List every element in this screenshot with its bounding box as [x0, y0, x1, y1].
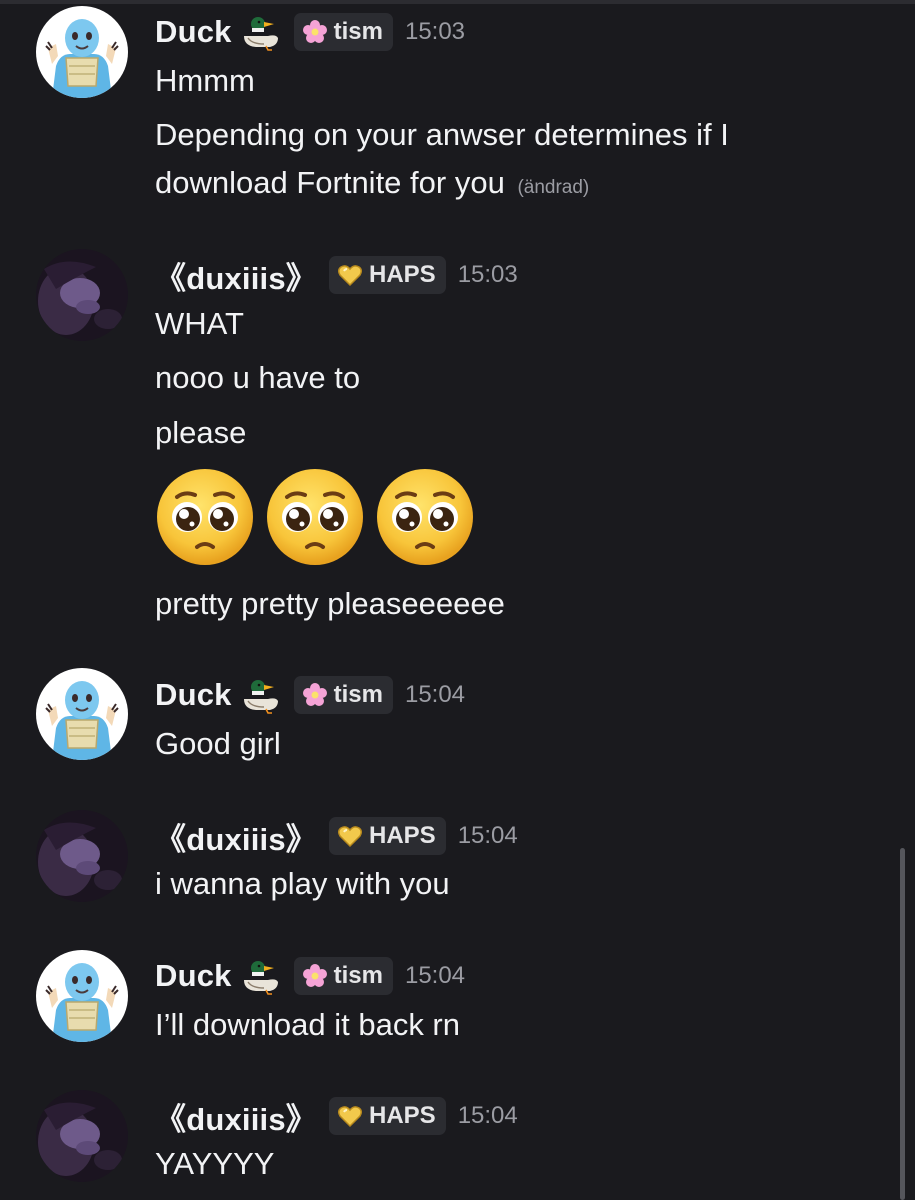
scrollbar[interactable] — [900, 848, 905, 1200]
username[interactable]: Duck — [155, 677, 232, 713]
server-tag[interactable]: tism — [293, 957, 393, 995]
gold-heart-icon — [337, 823, 363, 849]
message-header: 《duxiiis》 HAPS 15:04 — [155, 1094, 518, 1138]
duck-icon — [238, 12, 282, 52]
top-divider — [0, 0, 915, 4]
message-text: WHAT — [155, 306, 244, 341]
squirtle-avatar-icon — [36, 950, 128, 1042]
tag-label: HAPS — [369, 1102, 436, 1129]
timestamp: 15:04 — [457, 1102, 518, 1129]
username[interactable]: 《duxiiis》 — [155, 814, 317, 859]
timestamp: 15:03 — [457, 261, 518, 288]
message-text: i wanna play with you — [155, 866, 450, 901]
message-header: Duck tism 15:04 — [155, 954, 465, 998]
timestamp: 15:04 — [404, 962, 466, 989]
tag-label: tism — [333, 18, 383, 45]
tag-label: HAPS — [369, 822, 436, 849]
tag-label: tism — [333, 962, 383, 989]
server-tag[interactable]: tism — [293, 13, 393, 51]
message-text: Good girl — [155, 726, 281, 761]
duck-icon — [238, 956, 282, 996]
gold-heart-icon — [337, 262, 363, 288]
message-text: nooo u have to — [155, 360, 361, 395]
server-tag[interactable]: tism — [293, 676, 393, 714]
message-text-edited: download Fortnite for you (ändrad) — [155, 159, 589, 212]
emoji-row — [155, 467, 475, 567]
tag-label: HAPS — [369, 261, 436, 288]
timestamp: 15:04 — [457, 822, 518, 849]
profile-photo-icon — [36, 249, 128, 341]
avatar[interactable] — [36, 950, 128, 1042]
timestamp: 15:03 — [404, 18, 466, 45]
server-tag[interactable]: HAPS — [329, 1097, 446, 1135]
squirtle-avatar-icon — [36, 668, 128, 760]
pink-flower-icon — [302, 19, 328, 45]
tag-label: tism — [333, 681, 383, 708]
message-header: 《duxiiis》 HAPS 15:04 — [155, 814, 518, 858]
profile-photo-icon — [36, 1090, 128, 1182]
avatar[interactable] — [36, 810, 128, 902]
server-tag[interactable]: HAPS — [329, 256, 446, 294]
username[interactable]: Duck — [155, 958, 232, 994]
message-text: YAYYYY — [155, 1146, 275, 1181]
message-text: download Fortnite for you — [155, 165, 505, 200]
avatar[interactable] — [36, 668, 128, 760]
message-text: Depending on your anwser determines if I — [155, 117, 729, 152]
pink-flower-icon — [302, 682, 328, 708]
avatar[interactable] — [36, 1090, 128, 1182]
avatar[interactable] — [36, 6, 128, 98]
pink-flower-icon — [302, 963, 328, 989]
message-header: Duck tism 15:04 — [155, 673, 465, 717]
timestamp: 15:04 — [404, 681, 466, 708]
username[interactable]: 《duxiiis》 — [155, 253, 317, 298]
message-text: please — [155, 415, 247, 450]
pleading-face-icon[interactable] — [155, 467, 255, 567]
gold-heart-icon — [337, 1103, 363, 1129]
message-header: 《duxiiis》 HAPS 15:03 — [155, 253, 518, 297]
profile-photo-icon — [36, 810, 128, 902]
duck-icon — [238, 675, 282, 715]
username[interactable]: Duck — [155, 14, 232, 50]
message-text: pretty pretty pleaseeeeee — [155, 586, 505, 621]
avatar[interactable] — [36, 249, 128, 341]
message-header: Duck tism 15:03 — [155, 10, 465, 54]
message-text: I’ll download it back rn — [155, 1007, 460, 1042]
server-tag[interactable]: HAPS — [329, 817, 446, 855]
edited-label: (ändrad) — [517, 177, 590, 198]
squirtle-avatar-icon — [36, 6, 128, 98]
pleading-face-icon[interactable] — [265, 467, 365, 567]
username[interactable]: 《duxiiis》 — [155, 1094, 317, 1139]
pleading-face-icon[interactable] — [375, 467, 475, 567]
message-text: Hmmm — [155, 63, 255, 98]
